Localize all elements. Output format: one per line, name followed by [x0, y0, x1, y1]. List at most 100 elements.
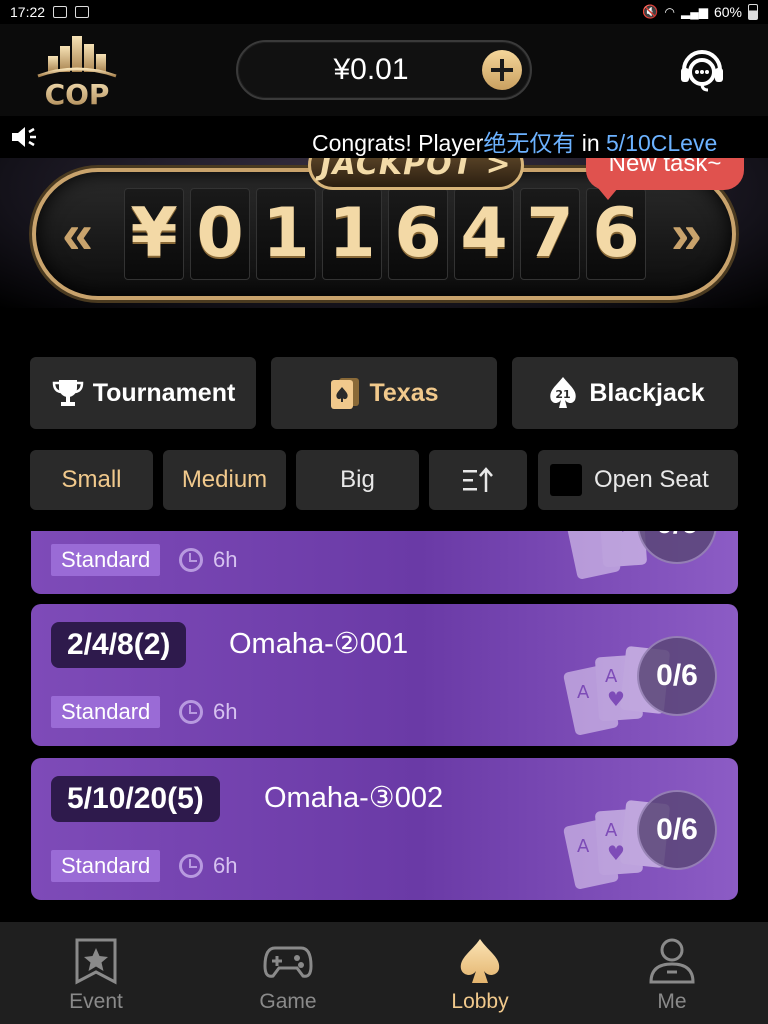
svg-text:A: A — [605, 820, 618, 841]
clock-time: 17:22 — [10, 4, 46, 20]
calendar-icon — [75, 6, 90, 18]
chevrons-left-icon: « — [62, 202, 94, 265]
table-duration: 6h — [179, 850, 237, 882]
logo-text: COP — [45, 78, 110, 108]
gamepad-icon — [263, 946, 313, 978]
table-type-badge: Standard — [51, 544, 161, 576]
jackpot-label[interactable]: JACKPOT > — [308, 158, 524, 190]
table-duration: 6h — [179, 696, 237, 728]
table-row[interactable]: 2/4/8(2) Omaha-②001 Standard 6h A A ♥ 0/… — [31, 604, 738, 746]
jackpot-digit: 1 — [256, 188, 316, 280]
plus-icon — [491, 59, 513, 81]
wifi-icon: ◠ — [664, 5, 675, 19]
headset-icon — [681, 50, 723, 92]
jackpot-banner[interactable]: « ¥ 0 1 1 6 4 7 6 » JACKPOT > New task~ — [0, 158, 768, 308]
svg-text:A: A — [577, 682, 590, 703]
event-star-icon — [75, 938, 117, 985]
signal-icon: ▂▄▆ — [681, 5, 708, 19]
table-stakes: 5/10/20(5) — [51, 776, 220, 822]
jackpot-digits: ¥ 0 1 1 6 4 7 6 — [124, 188, 646, 280]
seat-count: 0/6 — [637, 636, 717, 716]
nav-me-label: Me — [657, 990, 687, 1013]
speaker-icon — [10, 124, 38, 150]
table-duration: 6h — [179, 544, 237, 576]
open-seat-label: Open Seat — [594, 466, 709, 493]
balance-pill: ¥0.01 — [236, 40, 532, 100]
table-row[interactable]: Standard 6h ♥ 0/6 — [31, 531, 738, 594]
svg-text:♥: ♥ — [607, 687, 625, 711]
user-icon — [649, 938, 695, 984]
jackpot-digit: 4 — [454, 188, 514, 280]
tournament-label: Tournament — [92, 378, 236, 407]
status-bar: 17:22 🔇 ◠ ▂▄▆ 60% — [0, 0, 768, 24]
sort-icon — [463, 467, 493, 492]
header: COP ¥0.01 — [0, 24, 768, 116]
svg-text:♥: ♥ — [613, 531, 633, 538]
svg-text:21: 21 — [556, 388, 571, 401]
nav-lobby[interactable]: Lobby — [384, 922, 576, 1024]
battery-level: 60% — [713, 4, 742, 20]
table-type-badge: Standard — [51, 696, 161, 728]
trophy-icon — [52, 380, 83, 406]
blackjack-label: Blackjack — [589, 378, 705, 407]
blackjack-21-icon: 21 — [550, 377, 577, 408]
open-seat-toggle[interactable]: Open Seat — [538, 450, 738, 510]
nav-lobby-label: Lobby — [451, 990, 509, 1013]
clock-icon — [179, 700, 203, 724]
filter-medium-button[interactable]: Medium — [163, 450, 286, 510]
svg-text:A: A — [577, 836, 590, 857]
filter-big-button[interactable]: Big — [296, 450, 419, 510]
svg-text:♥: ♥ — [607, 841, 625, 865]
ticker-player: 绝无仅有 — [483, 130, 576, 156]
open-seat-checkbox[interactable] — [550, 464, 582, 496]
jackpot-digit: 6 — [586, 188, 646, 280]
sort-button[interactable] — [429, 450, 527, 510]
jackpot-digit: 6 — [388, 188, 448, 280]
texas-button[interactable]: Texas — [271, 357, 497, 429]
spade-card-icon — [331, 378, 360, 409]
jackpot-digit: 7 — [520, 188, 580, 280]
game-type-tabs: Tournament Texas 21 Blackjack — [30, 357, 738, 429]
seat-count: 0/6 — [637, 790, 717, 870]
nav-event[interactable]: Event — [0, 922, 192, 1024]
blackjack-button[interactable]: 21 Blackjack — [512, 357, 738, 429]
table-time: 6h — [213, 547, 238, 572]
jackpot-digit: ¥ — [124, 188, 184, 280]
clock-icon — [179, 548, 203, 572]
table-time: 6h — [213, 853, 238, 878]
ticker-middle: in — [575, 130, 606, 156]
table-stakes: 2/4/8(2) — [51, 622, 187, 668]
clock-icon — [179, 854, 203, 878]
filter-small-button[interactable]: Small — [30, 450, 153, 510]
balance-amount: ¥0.01 — [333, 53, 409, 86]
ticker-table: 5/10CLeve — [606, 130, 718, 156]
nav-me[interactable]: Me — [576, 922, 768, 1024]
cop-logo: COP — [32, 32, 122, 111]
stake-filters: Small Medium Big Open Seat — [30, 450, 738, 510]
table-name: Omaha-③002 — [264, 782, 444, 814]
jackpot-digit: 0 — [190, 188, 250, 280]
chevrons-right-icon: » — [670, 202, 702, 265]
table-name: Omaha-②001 — [229, 628, 409, 660]
battery-icon — [748, 4, 758, 20]
ticker-message: Congrats! Player绝无仅有 in 5/10CLeve — [312, 124, 717, 158]
ticker-prefix: Congrats! Player — [312, 130, 484, 156]
bottom-navigation: Event Game Lobby Me — [0, 922, 768, 1024]
spade-icon — [460, 939, 500, 983]
svg-text:A: A — [605, 666, 618, 687]
tournament-button[interactable]: Tournament — [30, 357, 256, 429]
gallery-icon — [53, 6, 68, 18]
add-funds-button[interactable] — [482, 50, 522, 90]
nav-game[interactable]: Game — [192, 922, 384, 1024]
table-type-badge: Standard — [51, 850, 161, 882]
new-task-bubble[interactable]: New task~ — [586, 158, 744, 200]
table-time: 6h — [213, 699, 238, 724]
customer-support-button[interactable] — [676, 44, 728, 96]
table-row[interactable]: 5/10/20(5) Omaha-③002 Standard 6h A A ♥ … — [31, 758, 738, 900]
mute-icon: 🔇 — [642, 4, 659, 19]
nav-event-label: Event — [69, 990, 123, 1013]
texas-label: Texas — [369, 378, 439, 407]
announcement-ticker: Congrats! Player绝无仅有 in 5/10CLeve — [0, 116, 768, 158]
table-list: Standard 6h ♥ 0/6 2/4/8(2) Omaha-②001 St… — [0, 531, 768, 921]
jackpot-digit: 1 — [322, 188, 382, 280]
